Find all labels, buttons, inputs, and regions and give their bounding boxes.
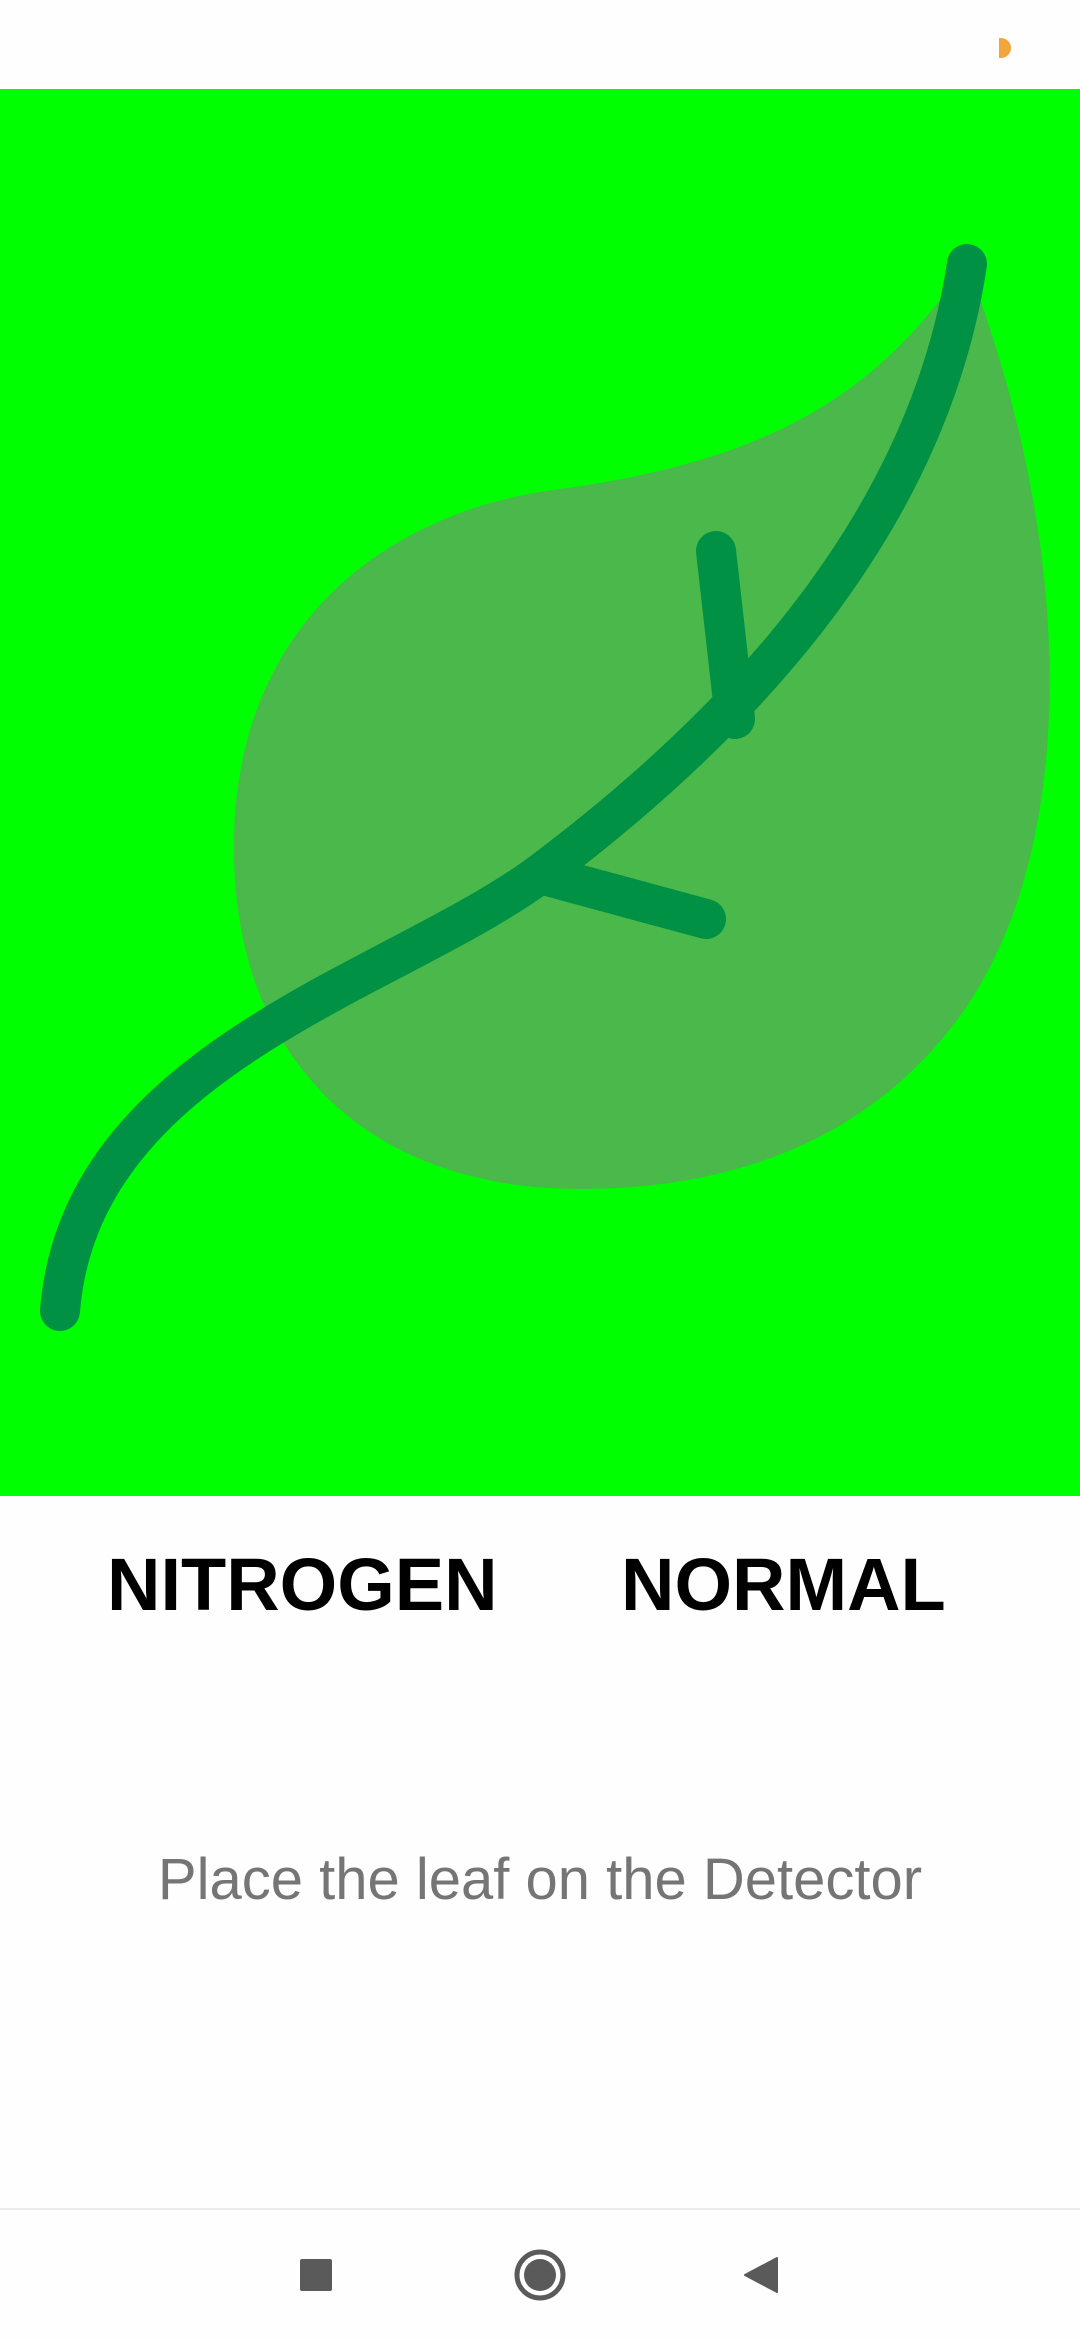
result-row: NITROGEN NORMAL [0,1540,1080,1630]
nutrient-label: NITROGEN [107,1543,498,1626]
leaf-display-panel [0,89,1080,1496]
leaf-icon [40,244,1050,1331]
circle-icon [514,2249,566,2301]
status-bar [0,0,1080,89]
triangle-back-icon [744,2257,778,2293]
back-button[interactable] [716,2230,806,2320]
home-button[interactable] [495,2230,585,2320]
recent-apps-button[interactable] [271,2230,361,2320]
square-icon [300,2259,332,2291]
system-navigation-bar [0,2208,1080,2340]
instruction-text: Place the leaf on the Detector [157,1847,923,1912]
status-indicator-icon [999,38,1011,58]
leaf-vein-upper [696,531,755,739]
nutrient-status-label: NORMAL [621,1543,946,1626]
